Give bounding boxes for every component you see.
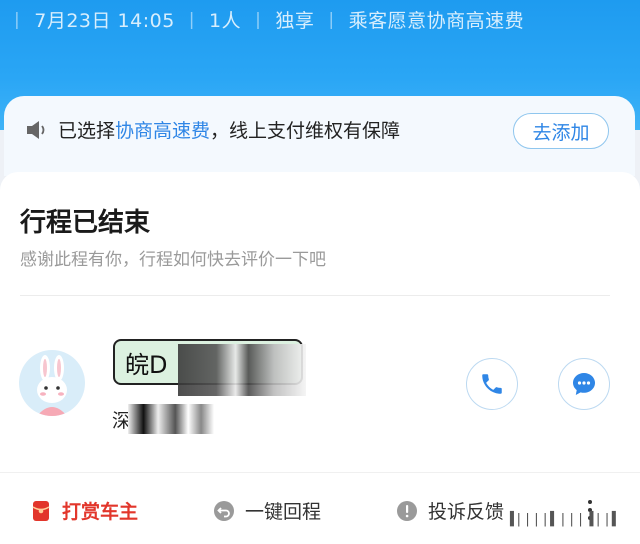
notice-highlight[interactable]: 协商高速费 bbox=[115, 116, 210, 143]
one-click-return-button[interactable]: 一键回程 bbox=[213, 497, 321, 524]
return-arrow-icon bbox=[214, 500, 234, 521]
red-envelope-icon bbox=[32, 500, 50, 521]
toll-notice-card: 已选择 协商高速费 ，线上支付维权有保障 去添加 bbox=[4, 96, 635, 176]
speaker-icon bbox=[27, 120, 45, 139]
separator: | bbox=[328, 9, 335, 30]
trip-status-title: 行程已结束 bbox=[20, 208, 151, 238]
chat-driver-button[interactable] bbox=[558, 358, 610, 410]
driver-avatar[interactable] bbox=[19, 350, 85, 416]
add-toll-button[interactable]: 去添加 bbox=[513, 113, 609, 149]
notice-suffix: ，线上支付维权有保障 bbox=[210, 120, 401, 142]
complaint-button[interactable]: 投诉反馈 bbox=[396, 497, 504, 524]
plate-redaction bbox=[178, 344, 306, 396]
divider bbox=[20, 295, 610, 296]
tip-driver-label: 打赏车主 bbox=[62, 501, 139, 523]
name-redaction bbox=[128, 404, 214, 434]
phone-icon bbox=[482, 374, 502, 394]
passenger-count: 1人 bbox=[209, 10, 242, 32]
notice-prefix: 已选择 bbox=[58, 120, 116, 142]
rabbit-avatar-icon bbox=[37, 355, 67, 416]
complaint-label: 投诉反馈 bbox=[428, 501, 505, 523]
separator: | bbox=[14, 9, 21, 30]
trip-status-subtitle: 感谢此程有你，行程如何快去评价一下吧 bbox=[20, 250, 326, 270]
trip-card: 行程已结束 感谢此程有你，行程如何快去评价一下吧 皖D 深 bbox=[0, 172, 640, 472]
trip-meta: | 7月23日 14:05 | 1人 | 独享 | 乘客愿意协商高速费 bbox=[0, 6, 640, 33]
toll-note: 乘客愿意协商高速费 bbox=[348, 10, 525, 32]
bottom-action-bar: 打赏车主 一键回程 投诉反馈 bbox=[0, 472, 640, 544]
one-click-return-label: 一键回程 bbox=[245, 501, 322, 523]
chat-bubble-icon bbox=[573, 373, 595, 395]
toll-notice: 已选择 协商高速费 ，线上支付维权有保障 bbox=[26, 116, 400, 143]
watermark: ▐||||▌|||▐||▌ bbox=[506, 512, 621, 527]
plate-prefix: 皖D bbox=[125, 350, 168, 379]
separator: | bbox=[255, 9, 262, 30]
call-driver-button[interactable] bbox=[466, 358, 518, 410]
trip-datetime: 7月23日 14:05 bbox=[34, 10, 175, 32]
ride-type: 独享 bbox=[275, 10, 315, 32]
tip-driver-button[interactable]: 打赏车主 bbox=[30, 497, 138, 524]
separator: | bbox=[188, 9, 196, 30]
alert-icon bbox=[397, 500, 417, 521]
